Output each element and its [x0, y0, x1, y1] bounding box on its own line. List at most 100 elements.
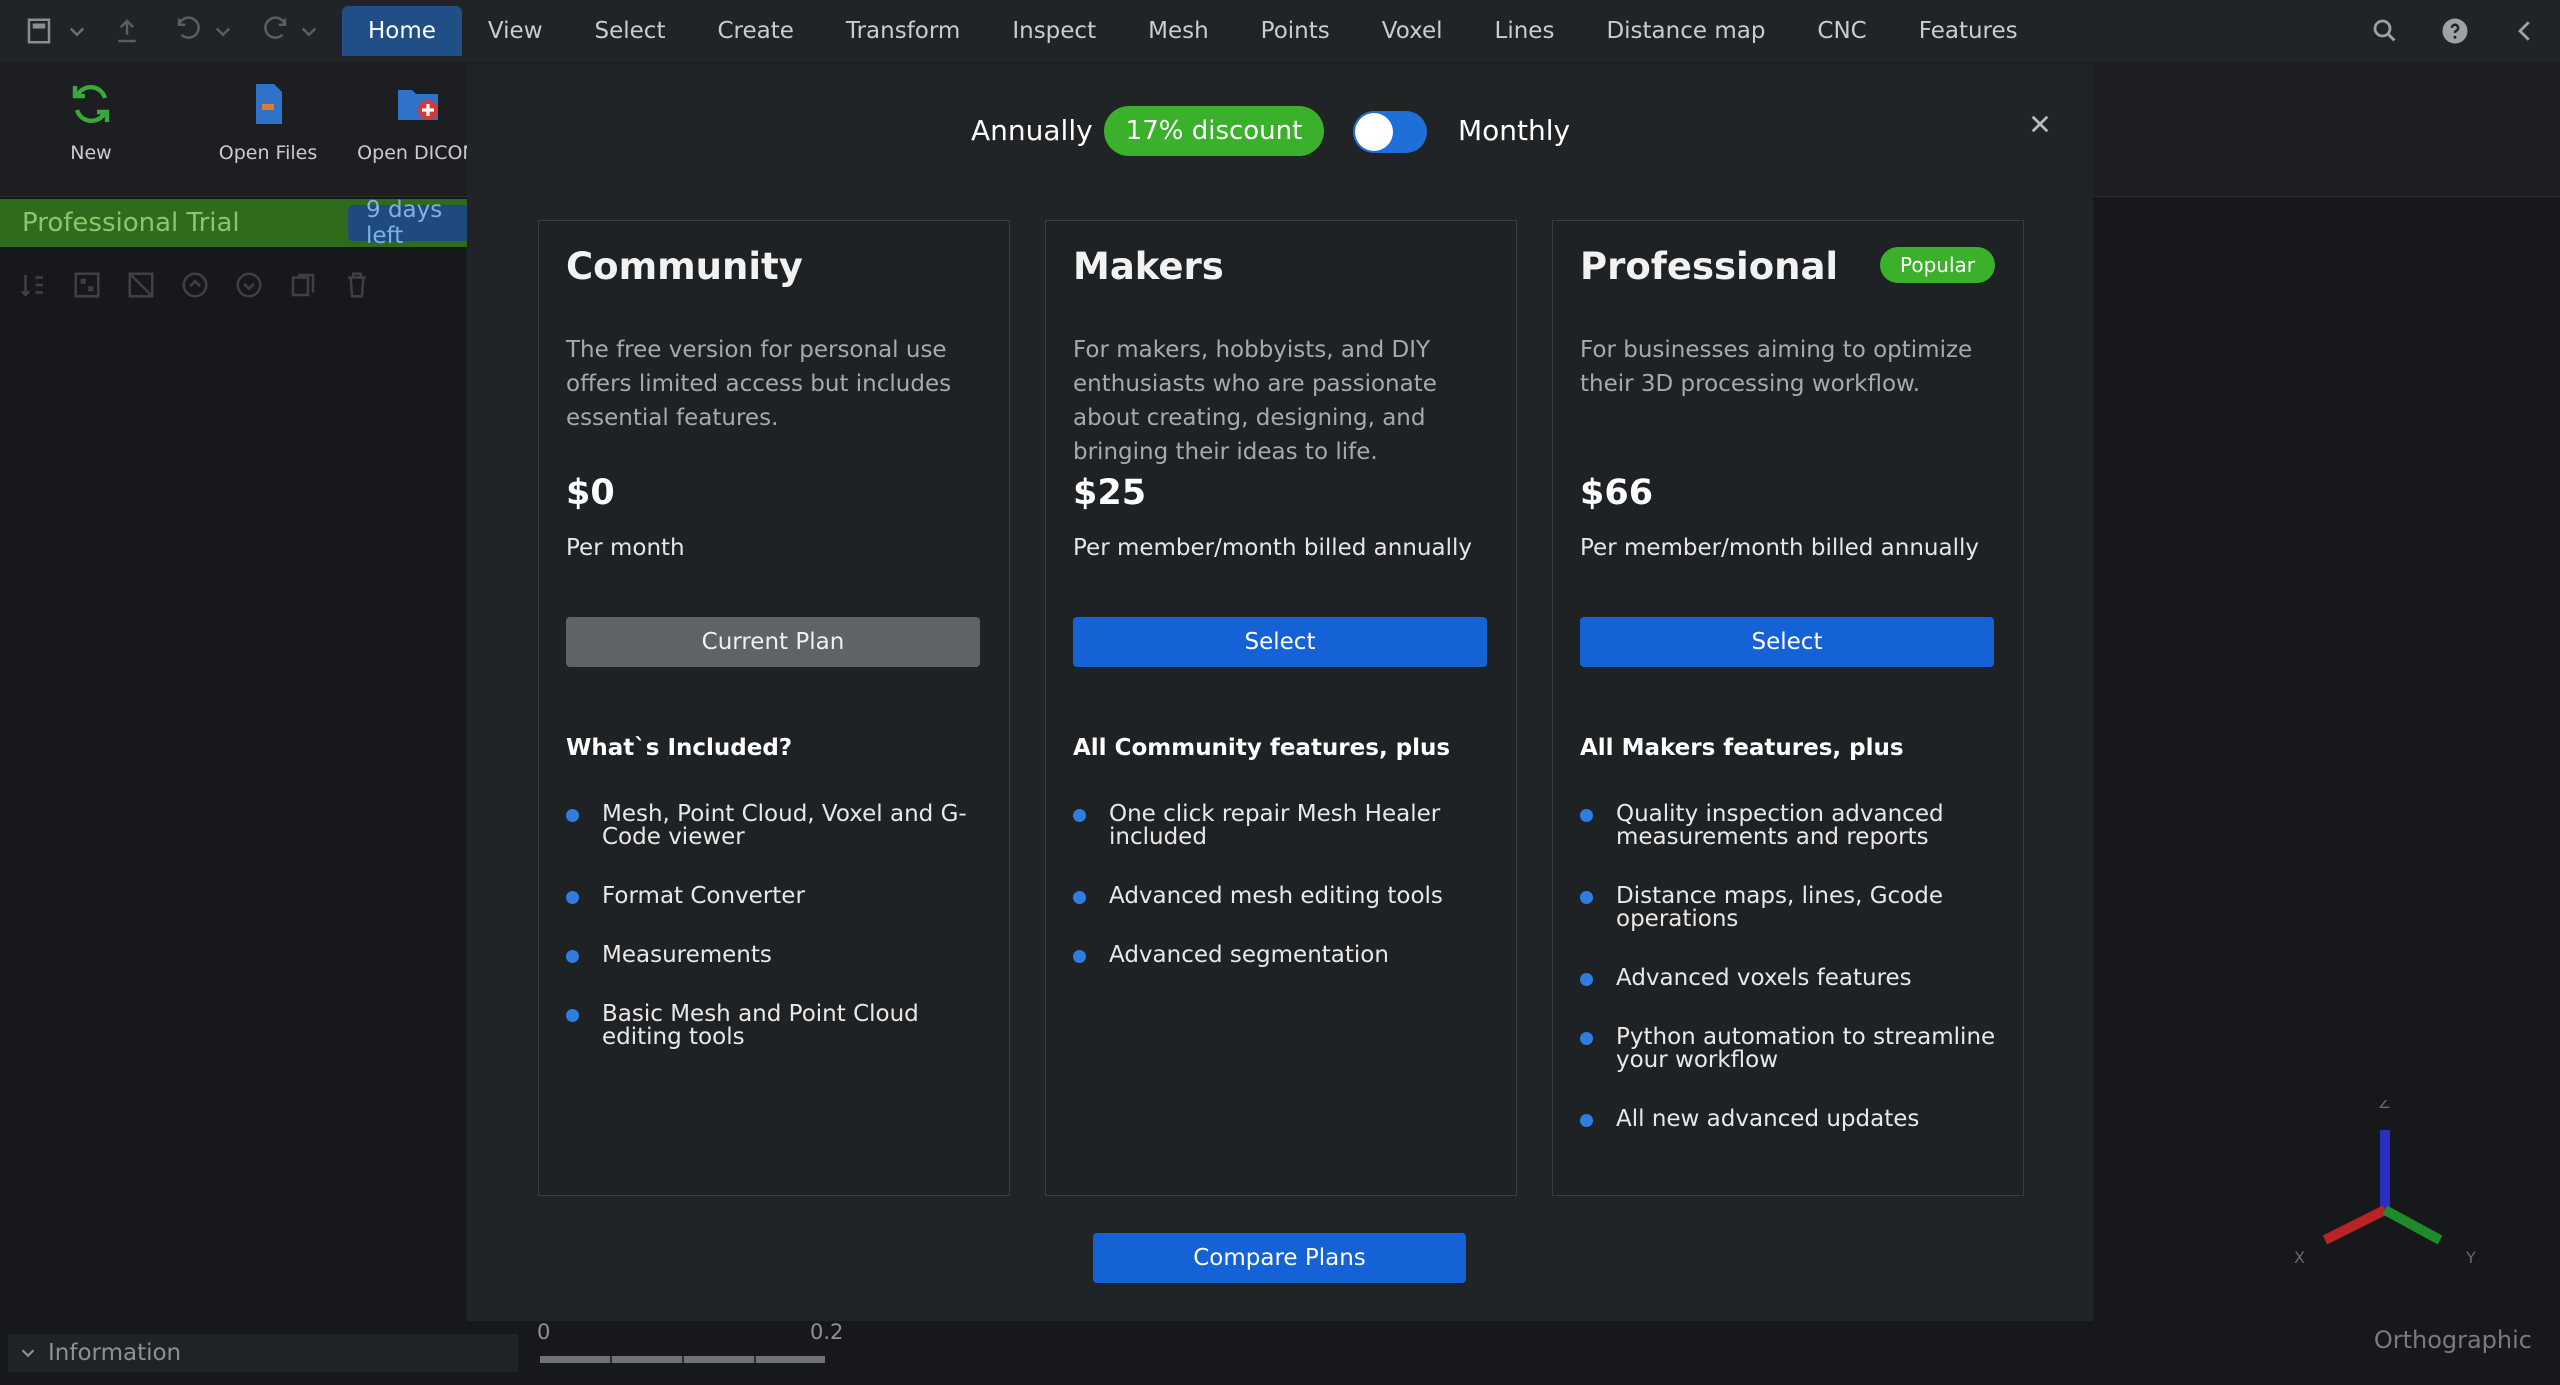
- included-title: All Community features, plus: [1073, 735, 1451, 761]
- open-files-label: Open Files: [218, 142, 318, 164]
- group-icon[interactable]: [72, 270, 108, 306]
- feature-item: Advanced mesh editing tools: [1073, 885, 1493, 908]
- plan-title: Professional: [1580, 245, 1839, 288]
- export-icon[interactable]: [110, 14, 144, 48]
- feature-item: Mesh, Point Cloud, Voxel and G-Code view…: [566, 803, 986, 849]
- feature-text: Python automation to streamline your wor…: [1616, 1024, 1996, 1073]
- axis-y-label: Y: [2465, 1248, 2476, 1267]
- bullet-icon: [1580, 891, 1593, 904]
- chevron-down-icon[interactable]: [60, 14, 94, 48]
- feature-list: Mesh, Point Cloud, Voxel and G-Code view…: [566, 803, 986, 1085]
- feature-item: Advanced voxels features: [1580, 967, 2000, 990]
- move-down-icon[interactable]: [234, 270, 270, 306]
- plan-title: Makers: [1073, 245, 1224, 288]
- tab-features[interactable]: Features: [1893, 6, 2044, 56]
- feature-list: One click repair Mesh Healer included Ad…: [1073, 803, 1493, 1003]
- current-plan-button[interactable]: Current Plan: [566, 617, 980, 667]
- search-icon[interactable]: [2366, 12, 2404, 50]
- new-button[interactable]: New: [16, 80, 166, 164]
- tab-view[interactable]: View: [462, 6, 569, 56]
- plan-card-community: Community The free version for personal …: [538, 220, 1010, 1196]
- feature-text: Format Converter: [602, 883, 805, 909]
- undo-icon[interactable]: [172, 14, 206, 48]
- select-professional-button[interactable]: Select: [1580, 617, 1994, 667]
- feature-item: Format Converter: [566, 885, 986, 908]
- bullet-icon: [1580, 973, 1593, 986]
- billing-toggle[interactable]: [1353, 111, 1427, 153]
- bullet-icon: [566, 891, 579, 904]
- tab-select[interactable]: Select: [569, 6, 692, 56]
- new-label: New: [70, 142, 112, 164]
- tab-inspect[interactable]: Inspect: [986, 6, 1122, 56]
- plan-description: For businesses aiming to optimize their …: [1580, 337, 1973, 397]
- pricing-dialog: Annually 17% discount Monthly Community …: [467, 64, 2093, 1321]
- feature-text: Quality inspection advanced measurements…: [1616, 801, 1944, 850]
- feature-text: Advanced mesh editing tools: [1109, 883, 1443, 909]
- tab-cnc[interactable]: CNC: [1791, 6, 1892, 56]
- redo-icon[interactable]: [258, 14, 292, 48]
- information-label: Information: [48, 1340, 182, 1366]
- projection-toggle[interactable]: Orthographic: [2374, 1326, 2532, 1354]
- plan-card-professional: Professional Popular For businesses aimi…: [1552, 220, 2024, 1196]
- object-toolbar: [18, 270, 378, 306]
- toggle-knob: [1355, 113, 1393, 151]
- feature-item: Measurements: [566, 944, 986, 967]
- plan-description: For makers, hobbyists, and DIY enthusias…: [1073, 337, 1437, 465]
- tab-points[interactable]: Points: [1235, 6, 1356, 56]
- ungroup-icon[interactable]: [126, 270, 162, 306]
- feature-item: Python automation to streamline your wor…: [1580, 1026, 2000, 1072]
- tab-transform[interactable]: Transform: [820, 6, 986, 56]
- feature-item: Basic Mesh and Point Cloud editing tools: [566, 1003, 986, 1049]
- move-up-icon[interactable]: [180, 270, 216, 306]
- select-makers-button[interactable]: Select: [1073, 617, 1487, 667]
- help-icon[interactable]: [2436, 12, 2474, 50]
- chevron-down-icon[interactable]: [206, 14, 240, 48]
- bullet-icon: [1073, 891, 1086, 904]
- plan-title: Community: [566, 245, 803, 288]
- axis-x-label: X: [2294, 1248, 2305, 1267]
- information-panel[interactable]: Information: [8, 1334, 518, 1372]
- discount-badge: 17% discount: [1104, 106, 1324, 156]
- open-files-button[interactable]: Open Files: [193, 80, 343, 164]
- scale-bar: [540, 1356, 825, 1363]
- feature-text: One click repair Mesh Healer included: [1109, 801, 1441, 850]
- bullet-icon: [1580, 1114, 1593, 1127]
- feature-text: Measurements: [602, 942, 772, 968]
- plan-price: $25: [1073, 473, 1147, 513]
- bullet-icon: [566, 1009, 579, 1022]
- scale-end-label: 0.2: [810, 1320, 844, 1344]
- tab-create[interactable]: Create: [691, 6, 819, 56]
- bullet-icon: [1073, 809, 1086, 822]
- trial-banner[interactable]: Professional Trial 9 days left: [0, 197, 470, 249]
- axis-gizmo: Z X Y: [2294, 1100, 2476, 1267]
- trial-days-badge: 9 days left: [348, 197, 470, 249]
- duplicate-icon[interactable]: [288, 270, 324, 306]
- trash-icon[interactable]: [342, 270, 378, 306]
- included-title: All Makers features, plus: [1580, 735, 1904, 761]
- plan-description: The free version for personal use offers…: [566, 337, 952, 431]
- collapse-chevron-icon[interactable]: [2506, 12, 2544, 50]
- bullet-icon: [1580, 1032, 1593, 1045]
- annual-label: Annually: [971, 114, 1093, 147]
- bullet-icon: [566, 809, 579, 822]
- tab-home[interactable]: Home: [342, 6, 462, 56]
- compare-plans-button[interactable]: Compare Plans: [1093, 1233, 1466, 1283]
- tab-lines[interactable]: Lines: [1469, 6, 1581, 56]
- feature-text: Basic Mesh and Point Cloud editing tools: [602, 1001, 919, 1050]
- bullet-icon: [566, 950, 579, 963]
- tab-voxel[interactable]: Voxel: [1356, 6, 1469, 56]
- sort-icon[interactable]: [18, 270, 54, 306]
- tab-distance-map[interactable]: Distance map: [1580, 6, 1791, 56]
- app-menu-icon[interactable]: [22, 14, 56, 48]
- included-title: What`s Included?: [566, 735, 793, 761]
- plan-period: Per member/month billed annually: [1580, 535, 1979, 561]
- feature-list: Quality inspection advanced measurements…: [1580, 803, 2000, 1167]
- chevron-down-icon[interactable]: [292, 14, 326, 48]
- plan-price: $0: [566, 473, 615, 513]
- bullet-icon: [1580, 809, 1593, 822]
- feature-text: Advanced segmentation: [1109, 942, 1389, 968]
- tab-mesh[interactable]: Mesh: [1122, 6, 1235, 56]
- feature-text: All new advanced updates: [1616, 1106, 1920, 1132]
- plan-period: Per member/month billed annually: [1073, 535, 1472, 561]
- open-dicom-label: Open DICOM: [357, 142, 479, 164]
